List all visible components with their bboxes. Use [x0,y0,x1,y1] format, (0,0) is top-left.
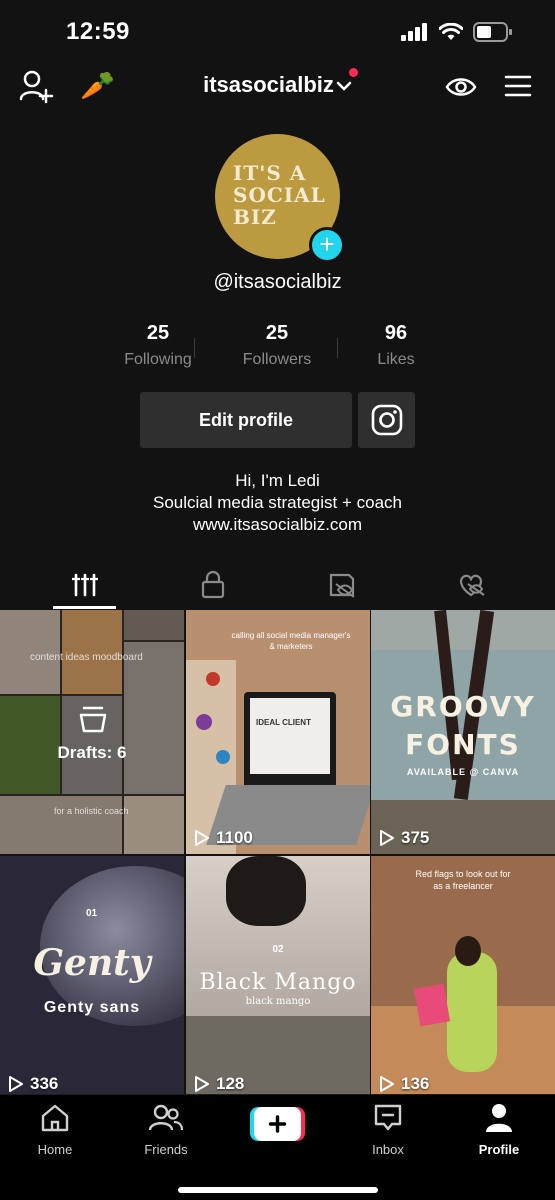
stat-likes-label: Likes [377,351,415,368]
wifi-icon [439,23,463,40]
nav-friends[interactable]: Friends [121,1103,211,1157]
tab-hidden-likes-icon[interactable] [322,570,362,600]
video-tile[interactable]: GROOVY FONTS AVAILABLE @ CANVA 375 [371,610,555,854]
view-count: 336 [8,1074,58,1094]
stat-following-label: Following [124,351,192,368]
video-number: 02 [272,944,284,955]
video-caption: calling all social media manager's & mar… [231,631,351,651]
create-post-button[interactable] [250,1107,305,1141]
play-icon [380,830,394,846]
tab-private-lock-icon[interactable] [193,570,233,600]
nav-inbox-label: Inbox [372,1142,404,1157]
status-icons [401,22,513,42]
stat-followers-label: Followers [242,351,312,368]
profile-handle: @itsasocialbiz [213,271,342,293]
view-count: 375 [379,828,429,848]
chevron-down-icon [336,81,352,91]
stat-following-value: 25 [146,322,170,344]
nav-home[interactable]: Home [10,1103,100,1157]
bio-line: Soulcial media strategist + coach [153,493,402,512]
video-tile[interactable]: IDEAL CLIENT calling all social media ma… [186,610,370,854]
play-icon [380,1076,394,1092]
nav-friends-label: Friends [144,1142,188,1157]
stat-following[interactable]: 25 Following [98,322,218,369]
instagram-icon [371,404,403,436]
video-title: GROOVY FONTS [390,690,536,761]
drafts-label: Drafts: 6 [57,743,127,762]
status-time: 12:59 [66,18,130,45]
view-count-value: 1100 [216,828,253,847]
stat-likes-value: 96 [384,322,408,344]
video-grid: content ideas moodboard for a holistic c… [0,610,555,1100]
video-subtitle: Genty sans [43,999,141,1016]
view-count: 128 [194,1074,244,1094]
instagram-button[interactable] [358,392,415,448]
top-nav: 🥕 itsasocialbiz [0,62,555,110]
profile-bio: Hi, I'm Ledi Soulcial media strategist +… [0,470,555,536]
drafts-tile[interactable]: content ideas moodboard for a holistic c… [0,610,184,854]
eye-icon[interactable] [444,70,478,104]
inbox-icon [374,1104,402,1131]
play-icon [9,1076,23,1092]
nav-profile-label: Profile [478,1142,520,1157]
profile-tabs [0,562,555,610]
stat-followers[interactable]: 25 Followers [217,322,337,369]
username-label: itsasocialbiz [203,72,334,97]
bottom-nav: Home Friends Inbox Profile [0,1094,555,1200]
menu-icon[interactable] [502,70,534,102]
battery-icon [473,22,512,42]
video-number: 01 [86,908,98,919]
video-subtitle: black mango [245,996,311,1007]
nav-home-label: Home [37,1142,73,1157]
draft-overlay-text: for a holistic coach [54,806,129,816]
view-count-value: 375 [401,828,430,847]
video-tile[interactable]: 01 Genty Genty sans 336 [0,856,184,1100]
home-icon [41,1104,69,1132]
draft-overlay-text: content ideas moodboard [30,652,143,663]
notification-dot [349,68,358,77]
video-tile[interactable]: 02 Black Mango black mango 128 [186,856,370,1100]
stat-divider [194,338,195,358]
nav-inbox[interactable]: Inbox [343,1103,433,1157]
video-subtitle: AVAILABLE @ CANVA [406,767,520,777]
home-indicator [178,1187,378,1193]
view-count-value: 336 [30,1074,59,1093]
cellular-signal-icon [401,23,427,41]
drafts-tray-icon [79,706,107,733]
bio-link[interactable]: www.itsasocialbiz.com [0,514,555,536]
stat-followers-value: 25 [265,322,289,344]
active-tab-indicator [53,606,116,609]
play-icon [195,1076,209,1092]
video-title: Black Mango [199,970,357,995]
video-screen-text: IDEAL CLIENT [256,718,311,727]
tab-liked-heart-icon[interactable] [451,570,491,600]
edit-profile-button[interactable]: Edit profile [140,392,352,448]
status-bar: 12:59 [0,0,555,62]
view-count: 1100 [194,828,253,848]
view-count: 136 [379,1074,429,1094]
bio-line: Hi, I'm Ledi [235,471,320,490]
profile-icon [486,1104,512,1132]
friends-icon [148,1104,184,1131]
avatar-logo-text: IT'S A SOCIAL BIZ [233,161,326,229]
video-tile[interactable]: Red flags to look out for as a freelance… [371,856,555,1100]
nav-profile[interactable]: Profile [454,1103,544,1157]
profile-stats: 25 Following 25 Followers 96 Likes [98,322,458,372]
stat-likes[interactable]: 96 Likes [336,322,456,369]
view-count-value: 136 [401,1074,430,1093]
tab-videos-grid-icon[interactable] [65,570,105,600]
play-icon [195,830,209,846]
add-story-button[interactable]: + [309,227,345,263]
view-count-value: 128 [216,1074,245,1093]
video-title: Red flags to look out for as a freelance… [415,869,511,891]
video-title: Genty [33,942,151,984]
